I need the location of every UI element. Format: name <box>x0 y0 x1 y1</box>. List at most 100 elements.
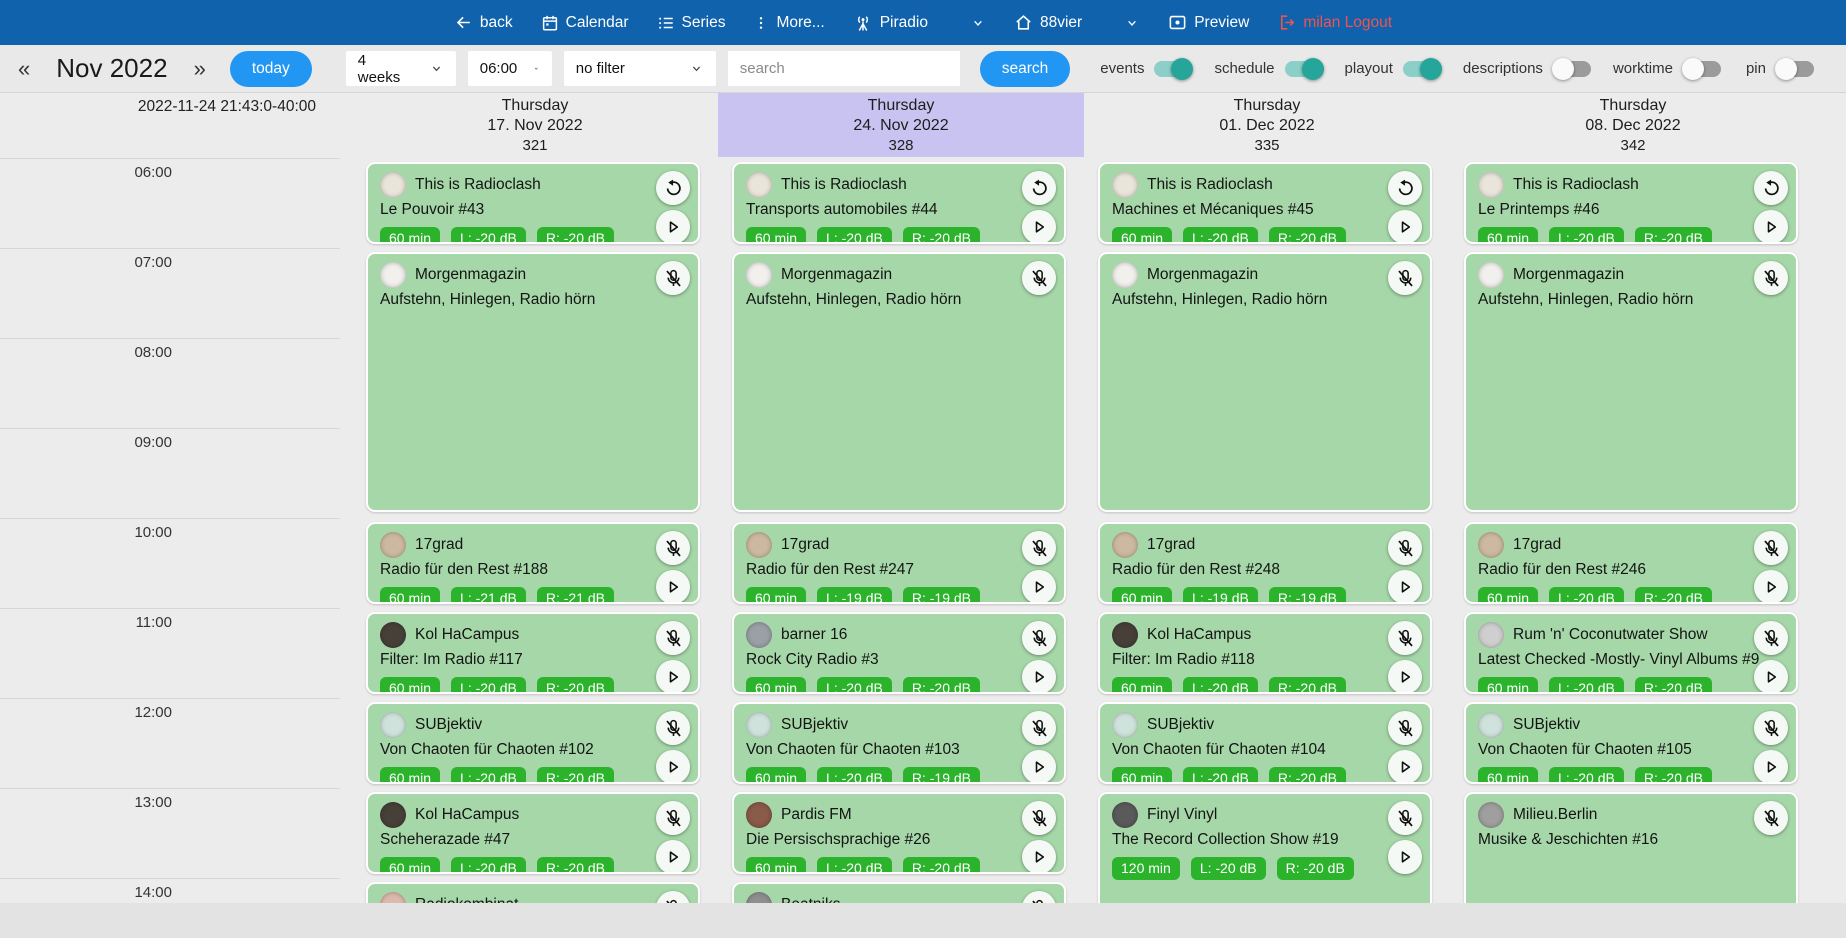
back-button[interactable]: back <box>454 13 513 32</box>
event-card[interactable]: Rum 'n' Coconutwater Show Latest Checked… <box>1464 612 1798 694</box>
event-card[interactable]: Finyl Vinyl The Record Collection Show #… <box>1098 792 1432 903</box>
play-button[interactable] <box>656 750 690 784</box>
play-button[interactable] <box>1022 660 1056 694</box>
descriptions-toggle[interactable] <box>1553 61 1591 77</box>
play-button[interactable] <box>656 660 690 694</box>
event-card[interactable]: 17grad Radio für den Rest #247 60 minL: … <box>732 522 1066 604</box>
event-card[interactable]: Kol HaCampus Filter: Im Radio #118 60 mi… <box>1098 612 1432 694</box>
mic-off-button[interactable] <box>1754 801 1788 835</box>
play-button[interactable] <box>656 210 690 244</box>
event-card[interactable]: This is Radioclash Machines et Mécanique… <box>1098 162 1432 244</box>
mic-off-button[interactable] <box>656 531 690 565</box>
event-card[interactable]: Milieu.Berlin Musike & Jeschichten #16 <box>1464 792 1798 903</box>
mic-off-button[interactable] <box>656 261 690 295</box>
mic-off-button[interactable] <box>1022 621 1056 655</box>
events-toggle[interactable] <box>1154 61 1192 77</box>
play-button[interactable] <box>1022 570 1056 604</box>
replay-button[interactable] <box>656 171 690 205</box>
event-card[interactable]: Morgenmagazin Aufstehn, Hinlegen, Radio … <box>1464 252 1798 512</box>
replay-button[interactable] <box>1754 171 1788 205</box>
mic-off-button[interactable] <box>1388 711 1422 745</box>
event-card[interactable]: SUBjektiv Von Chaoten für Chaoten #104 6… <box>1098 702 1432 784</box>
event-card[interactable]: SUBjektiv Von Chaoten für Chaoten #102 6… <box>366 702 700 784</box>
studio-dropdown-toggle[interactable] <box>1124 15 1140 31</box>
mic-off-button[interactable] <box>1022 261 1056 295</box>
mic-off-button[interactable] <box>1022 801 1056 835</box>
event-card[interactable]: SUBjektiv Von Chaoten für Chaoten #105 6… <box>1464 702 1798 784</box>
event-card[interactable]: Kol HaCampus Filter: Im Radio #117 60 mi… <box>366 612 700 694</box>
schedule-toggle[interactable] <box>1285 61 1323 77</box>
nav-calendar[interactable]: Calendar <box>541 14 629 32</box>
nav-preview[interactable]: Preview <box>1168 13 1249 32</box>
play-button[interactable] <box>1022 210 1056 244</box>
mic-off-button[interactable] <box>1388 261 1422 295</box>
event-card[interactable]: SUBjektiv Von Chaoten für Chaoten #103 6… <box>732 702 1066 784</box>
mic-off-button[interactable] <box>1388 531 1422 565</box>
play-button[interactable] <box>1754 210 1788 244</box>
search-button[interactable]: search <box>980 51 1071 87</box>
play-button[interactable] <box>1388 840 1422 874</box>
play-button[interactable] <box>1388 660 1422 694</box>
weeks-select[interactable]: 4 weeks <box>346 51 456 86</box>
replay-button[interactable] <box>1022 171 1056 205</box>
replay-button[interactable] <box>1388 171 1422 205</box>
event-card[interactable]: Morgenmagazin Aufstehn, Hinlegen, Radio … <box>732 252 1066 512</box>
event-card[interactable]: This is Radioclash Transports automobile… <box>732 162 1066 244</box>
mic-off-button[interactable] <box>1388 621 1422 655</box>
play-button[interactable] <box>656 840 690 874</box>
play-button[interactable] <box>1022 840 1056 874</box>
search-input[interactable] <box>728 51 960 86</box>
nav-station[interactable]: Piradio <box>853 13 928 33</box>
next-month-button[interactable]: » <box>190 58 210 80</box>
event-card[interactable]: 17grad Radio für den Rest #188 60 minL: … <box>366 522 700 604</box>
pin-toggle[interactable] <box>1776 61 1814 77</box>
station-dropdown-toggle[interactable] <box>970 15 986 31</box>
mic-off-button[interactable] <box>656 621 690 655</box>
hour-label: 07:00 <box>134 254 172 271</box>
nav-more[interactable]: More... <box>753 14 824 32</box>
event-card[interactable]: Pardis FM Die Persischsprachige #26 60 m… <box>732 792 1066 874</box>
day-column-header[interactable]: Thursday 24. Nov 2022 328 <box>718 93 1084 157</box>
nav-series[interactable]: Series <box>657 14 726 32</box>
playout-toggle[interactable] <box>1403 61 1441 77</box>
start-time-select[interactable]: 06:00 <box>468 51 552 86</box>
play-button[interactable] <box>1388 570 1422 604</box>
play-button[interactable] <box>1388 210 1422 244</box>
event-badge: L: -20 dB <box>1549 587 1624 604</box>
event-card[interactable]: Morgenmagazin Aufstehn, Hinlegen, Radio … <box>366 252 700 512</box>
nav-studio[interactable]: 88vier <box>1014 13 1082 32</box>
mic-off-button[interactable] <box>1022 711 1056 745</box>
mic-off-button[interactable] <box>1754 261 1788 295</box>
mic-off-button[interactable] <box>1754 531 1788 565</box>
event-card[interactable]: This is Radioclash Le Pouvoir #43 60 min… <box>366 162 700 244</box>
play-button[interactable] <box>1022 750 1056 784</box>
day-column-header[interactable]: Thursday 17. Nov 2022 321 <box>352 93 718 157</box>
event-card[interactable]: Morgenmagazin Aufstehn, Hinlegen, Radio … <box>1098 252 1432 512</box>
day-column-header[interactable]: Thursday 08. Dec 2022 342 <box>1450 93 1816 157</box>
play-button[interactable] <box>1754 570 1788 604</box>
event-card[interactable]: 17grad Radio für den Rest #248 60 minL: … <box>1098 522 1432 604</box>
mic-off-button[interactable] <box>1754 711 1788 745</box>
play-button[interactable] <box>656 570 690 604</box>
play-button[interactable] <box>1388 750 1422 784</box>
day-column-header[interactable]: Thursday 01. Dec 2022 335 <box>1084 93 1450 157</box>
logout-button[interactable]: milan Logout <box>1277 13 1392 32</box>
worktime-toggle[interactable] <box>1683 61 1721 77</box>
mic-off-button[interactable] <box>656 711 690 745</box>
show-avatar <box>746 892 772 903</box>
mic-off-button[interactable] <box>1754 621 1788 655</box>
mic-off-button[interactable] <box>656 801 690 835</box>
play-button[interactable] <box>1754 750 1788 784</box>
prev-month-button[interactable]: « <box>14 58 34 80</box>
event-card[interactable]: Beatniks <box>732 882 1066 903</box>
event-card[interactable]: 17grad Radio für den Rest #246 60 minL: … <box>1464 522 1798 604</box>
play-button[interactable] <box>1754 660 1788 694</box>
mic-off-button[interactable] <box>1388 801 1422 835</box>
event-card[interactable]: This is Radioclash Le Printemps #46 60 m… <box>1464 162 1798 244</box>
event-card[interactable]: barner 16 Rock City Radio #3 60 minL: -2… <box>732 612 1066 694</box>
filter-select[interactable]: no filter <box>564 51 716 86</box>
event-card[interactable]: Radiokombinat <box>366 882 700 903</box>
today-button[interactable]: today <box>230 51 312 87</box>
event-card[interactable]: Kol HaCampus Scheherazade #47 60 minL: -… <box>366 792 700 874</box>
mic-off-button[interactable] <box>1022 531 1056 565</box>
